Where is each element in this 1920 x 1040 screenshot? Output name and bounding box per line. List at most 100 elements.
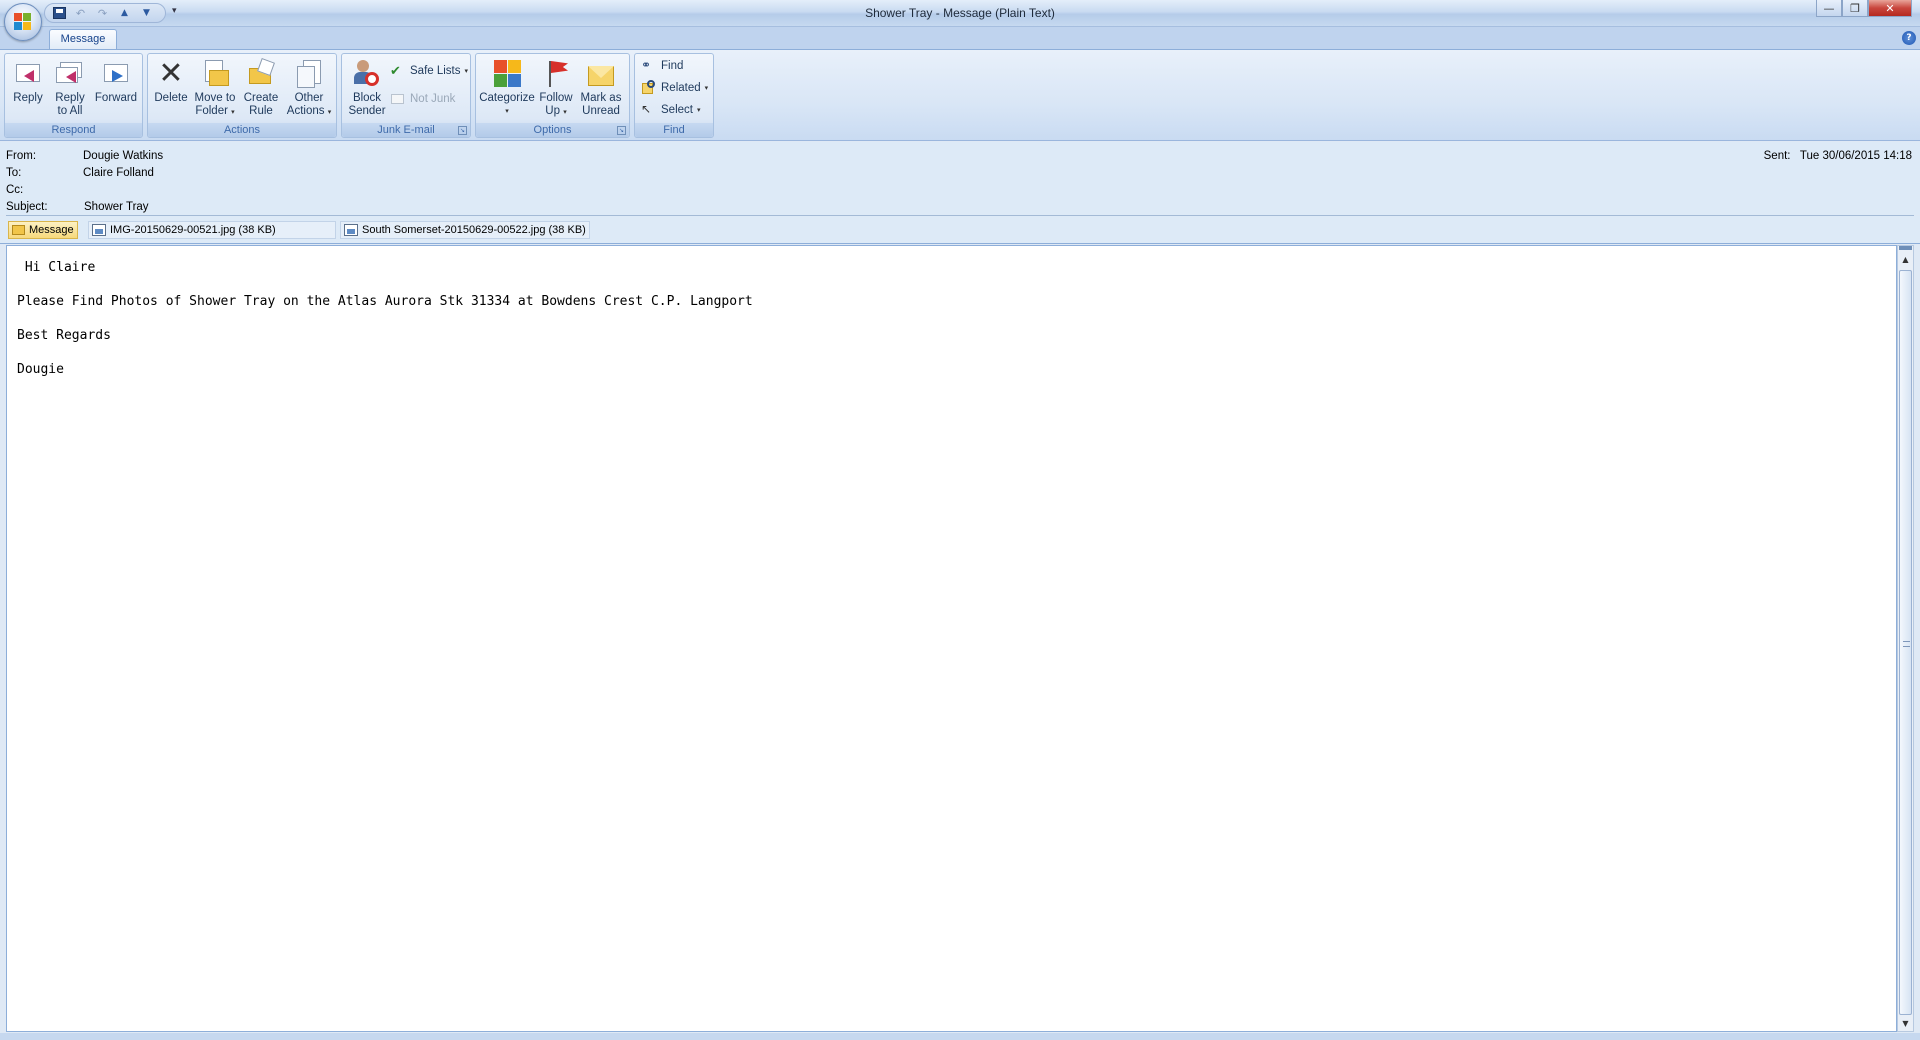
minimize-button[interactable]: — bbox=[1816, 0, 1842, 17]
other-actions-icon bbox=[293, 58, 325, 90]
message-header: From: Dougie Watkins To: Claire Folland … bbox=[0, 142, 1920, 216]
grip-icon bbox=[1903, 641, 1910, 647]
flag-icon bbox=[540, 58, 572, 90]
safe-lists-icon: ✔ bbox=[390, 63, 401, 78]
tab-message[interactable]: Message bbox=[49, 29, 117, 50]
not-junk-label: Not Junk bbox=[410, 93, 456, 105]
delete-label: Delete bbox=[154, 92, 188, 104]
follow-up-label-2: Up ▾ bbox=[545, 105, 567, 117]
select-dropdown-icon: ▾ bbox=[696, 107, 701, 114]
group-actions: ✕ Delete Move to Folder ▾ Create Rule Ot… bbox=[147, 53, 337, 138]
categorize-dropdown-icon: ▾ bbox=[505, 108, 509, 115]
move-label-1: Move to bbox=[194, 92, 236, 104]
other-actions-label-2: Actions ▾ bbox=[286, 105, 332, 117]
reply-icon bbox=[12, 58, 44, 90]
close-button[interactable]: ✕ bbox=[1868, 0, 1912, 17]
vertical-scrollbar[interactable]: ▲ ▼ bbox=[1897, 245, 1914, 1032]
to-label: To: bbox=[6, 167, 22, 179]
reply-label: Reply bbox=[13, 92, 43, 104]
maximize-button[interactable]: ❐ bbox=[1842, 0, 1868, 17]
message-tab-label: Message bbox=[29, 224, 74, 236]
split-handle[interactable] bbox=[1899, 246, 1912, 250]
scrollbar-thumb[interactable] bbox=[1899, 270, 1912, 1015]
find-button[interactable]: ⚭ Find bbox=[641, 57, 683, 75]
group-junk-email: Block Sender ✔ Safe Lists ▾ Not Junk Jun… bbox=[341, 53, 471, 138]
group-respond: Reply Reply to All Forward Respond bbox=[4, 53, 143, 138]
find-label: Find bbox=[661, 60, 684, 72]
reply-all-label-1: Reply bbox=[55, 92, 85, 104]
window-controls: — ❐ ✕ bbox=[1816, 0, 1912, 17]
reply-button[interactable]: Reply bbox=[9, 56, 47, 122]
help-icon[interactable]: ? bbox=[1902, 31, 1916, 45]
related-dropdown-icon: ▾ bbox=[704, 85, 709, 92]
forward-button[interactable]: Forward bbox=[93, 56, 139, 122]
attachment-item[interactable]: IMG-20150629-00521.jpg (38 KB) bbox=[88, 221, 336, 239]
body-line: Hi Claire bbox=[17, 260, 96, 275]
safe-lists-label: Safe Lists bbox=[410, 65, 461, 77]
delete-icon: ✕ bbox=[158, 57, 184, 90]
unread-envelope-icon bbox=[585, 58, 617, 90]
create-rule-button[interactable]: Create Rule bbox=[240, 56, 282, 122]
attachment-item[interactable]: South Somerset-20150629-00522.jpg (38 KB… bbox=[340, 221, 590, 239]
message-body[interactable]: Hi Claire Please Find Photos of Shower T… bbox=[6, 245, 1897, 1032]
move-to-folder-button[interactable]: Move to Folder ▾ bbox=[192, 56, 238, 122]
rule-icon bbox=[245, 58, 277, 90]
image-file-icon bbox=[344, 224, 358, 236]
select-button[interactable]: ↖ Select ▾ bbox=[641, 101, 700, 119]
other-actions-button[interactable]: Other Actions ▾ bbox=[284, 56, 334, 122]
sent-info: Sent: Tue 30/06/2015 14:18 bbox=[1764, 150, 1912, 162]
subject-value: Shower Tray bbox=[84, 201, 149, 213]
group-label-actions: Actions bbox=[148, 123, 336, 137]
folder-icon bbox=[199, 58, 231, 90]
follow-up-label-1: Follow bbox=[539, 92, 573, 104]
categorize-label: Categorize bbox=[479, 92, 535, 104]
block-label-1: Block bbox=[352, 92, 382, 104]
scroll-up-icon[interactable]: ▲ bbox=[1898, 252, 1913, 267]
subject-label: Subject: bbox=[6, 201, 48, 213]
group-label-respond: Respond bbox=[5, 123, 142, 137]
window-title: Shower Tray - Message (Plain Text) bbox=[865, 6, 1055, 20]
from-value[interactable]: Dougie Watkins bbox=[83, 150, 163, 162]
categorize-icon bbox=[491, 58, 523, 90]
cursor-icon: ↖ bbox=[641, 102, 652, 116]
follow-up-button[interactable]: Follow Up ▾ bbox=[536, 56, 576, 122]
image-file-icon bbox=[92, 224, 106, 236]
junk-dialog-launcher-icon[interactable]: ↘ bbox=[458, 126, 467, 135]
not-junk-button[interactable]: Not Junk bbox=[390, 90, 455, 108]
create-rule-label-1: Create bbox=[243, 92, 279, 104]
office-button[interactable] bbox=[4, 3, 42, 41]
body-line: Best Regards bbox=[17, 328, 111, 343]
message-tab[interactable]: Message bbox=[8, 221, 78, 239]
envelope-icon bbox=[12, 225, 25, 235]
body-line: Please Find Photos of Shower Tray on the… bbox=[17, 294, 753, 309]
mark-unread-label-1: Mark as bbox=[580, 92, 622, 104]
status-strip bbox=[0, 1033, 1920, 1040]
move-label-2: Folder ▾ bbox=[195, 105, 235, 117]
group-options: Categorize ▾ Follow Up ▾ Mark as Unread … bbox=[475, 53, 630, 138]
scroll-down-icon[interactable]: ▼ bbox=[1898, 1016, 1913, 1031]
cc-label: Cc: bbox=[6, 184, 24, 196]
other-actions-label-1: Other bbox=[294, 92, 324, 104]
binoculars-icon: ⚭ bbox=[641, 58, 652, 72]
block-sender-button[interactable]: Block Sender bbox=[345, 56, 389, 122]
select-label: Select bbox=[661, 104, 693, 116]
delete-button[interactable]: ✕ Delete bbox=[152, 56, 190, 122]
categorize-button[interactable]: Categorize ▾ bbox=[479, 56, 535, 122]
safe-lists-button[interactable]: ✔ Safe Lists ▾ bbox=[390, 62, 468, 80]
forward-label: Forward bbox=[94, 92, 138, 104]
reply-all-button[interactable]: Reply to All bbox=[51, 56, 89, 122]
from-label: From: bbox=[6, 150, 37, 162]
reply-all-icon bbox=[54, 58, 86, 90]
forward-icon bbox=[100, 58, 132, 90]
related-label: Related bbox=[661, 82, 701, 94]
attachment-name: South Somerset-20150629-00522.jpg (38 KB… bbox=[362, 224, 586, 236]
mark-as-unread-button[interactable]: Mark as Unread bbox=[578, 56, 624, 122]
ribbon-tab-row: Message ? bbox=[0, 27, 1920, 50]
related-button[interactable]: Related ▾ bbox=[641, 79, 708, 97]
not-junk-icon bbox=[390, 91, 406, 107]
group-find: ⚭ Find Related ▾ ↖ Select ▾ Find bbox=[634, 53, 714, 138]
ribbon: Reply Reply to All Forward Respond ✕ Del… bbox=[0, 49, 1920, 141]
options-dialog-launcher-icon[interactable]: ↘ bbox=[617, 126, 626, 135]
to-value[interactable]: Claire Folland bbox=[83, 167, 154, 179]
body-line: Dougie bbox=[17, 362, 64, 377]
